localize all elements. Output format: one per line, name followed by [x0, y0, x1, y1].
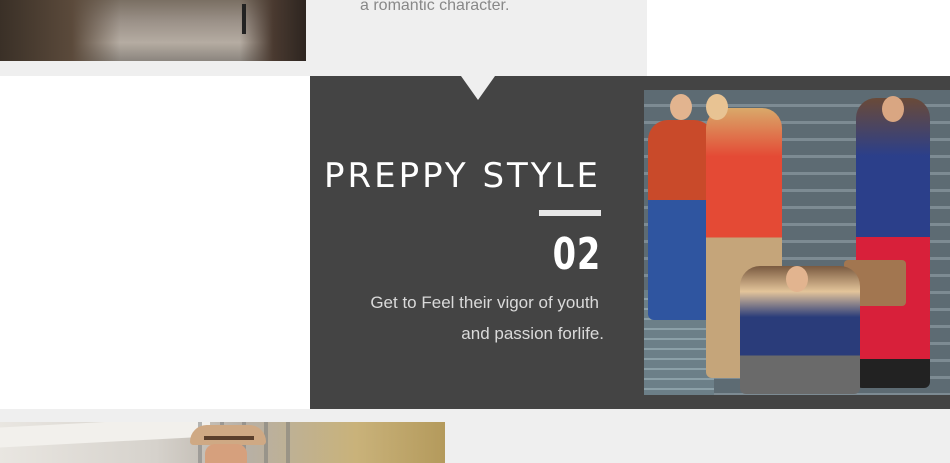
pointer-notch [461, 76, 495, 100]
street-photo[interactable] [0, 0, 306, 61]
street-buildings-left [0, 0, 120, 61]
market-awning [0, 422, 210, 448]
model-head [670, 94, 692, 120]
title-divider [539, 210, 601, 216]
style-description-line2: and passion forlife. [461, 324, 604, 343]
top-section-caption: a romantic character. [360, 0, 510, 14]
model-head [786, 266, 808, 292]
street-buildings-right [240, 0, 306, 61]
style-description-line1: Get to Feel their vigor of youth [370, 293, 599, 312]
model-right [856, 98, 930, 388]
market-photo[interactable] [0, 422, 445, 463]
preppy-style-photo[interactable] [644, 90, 950, 395]
model-head [706, 94, 728, 120]
style-number: 02 [552, 229, 601, 280]
style-title: PREPPY STYLE [324, 156, 601, 196]
person-face [205, 444, 247, 463]
hat-band [204, 436, 254, 440]
straw-hat [190, 425, 266, 445]
street-lamp-post [242, 4, 246, 34]
model-left [648, 120, 714, 320]
model-head [882, 96, 904, 122]
